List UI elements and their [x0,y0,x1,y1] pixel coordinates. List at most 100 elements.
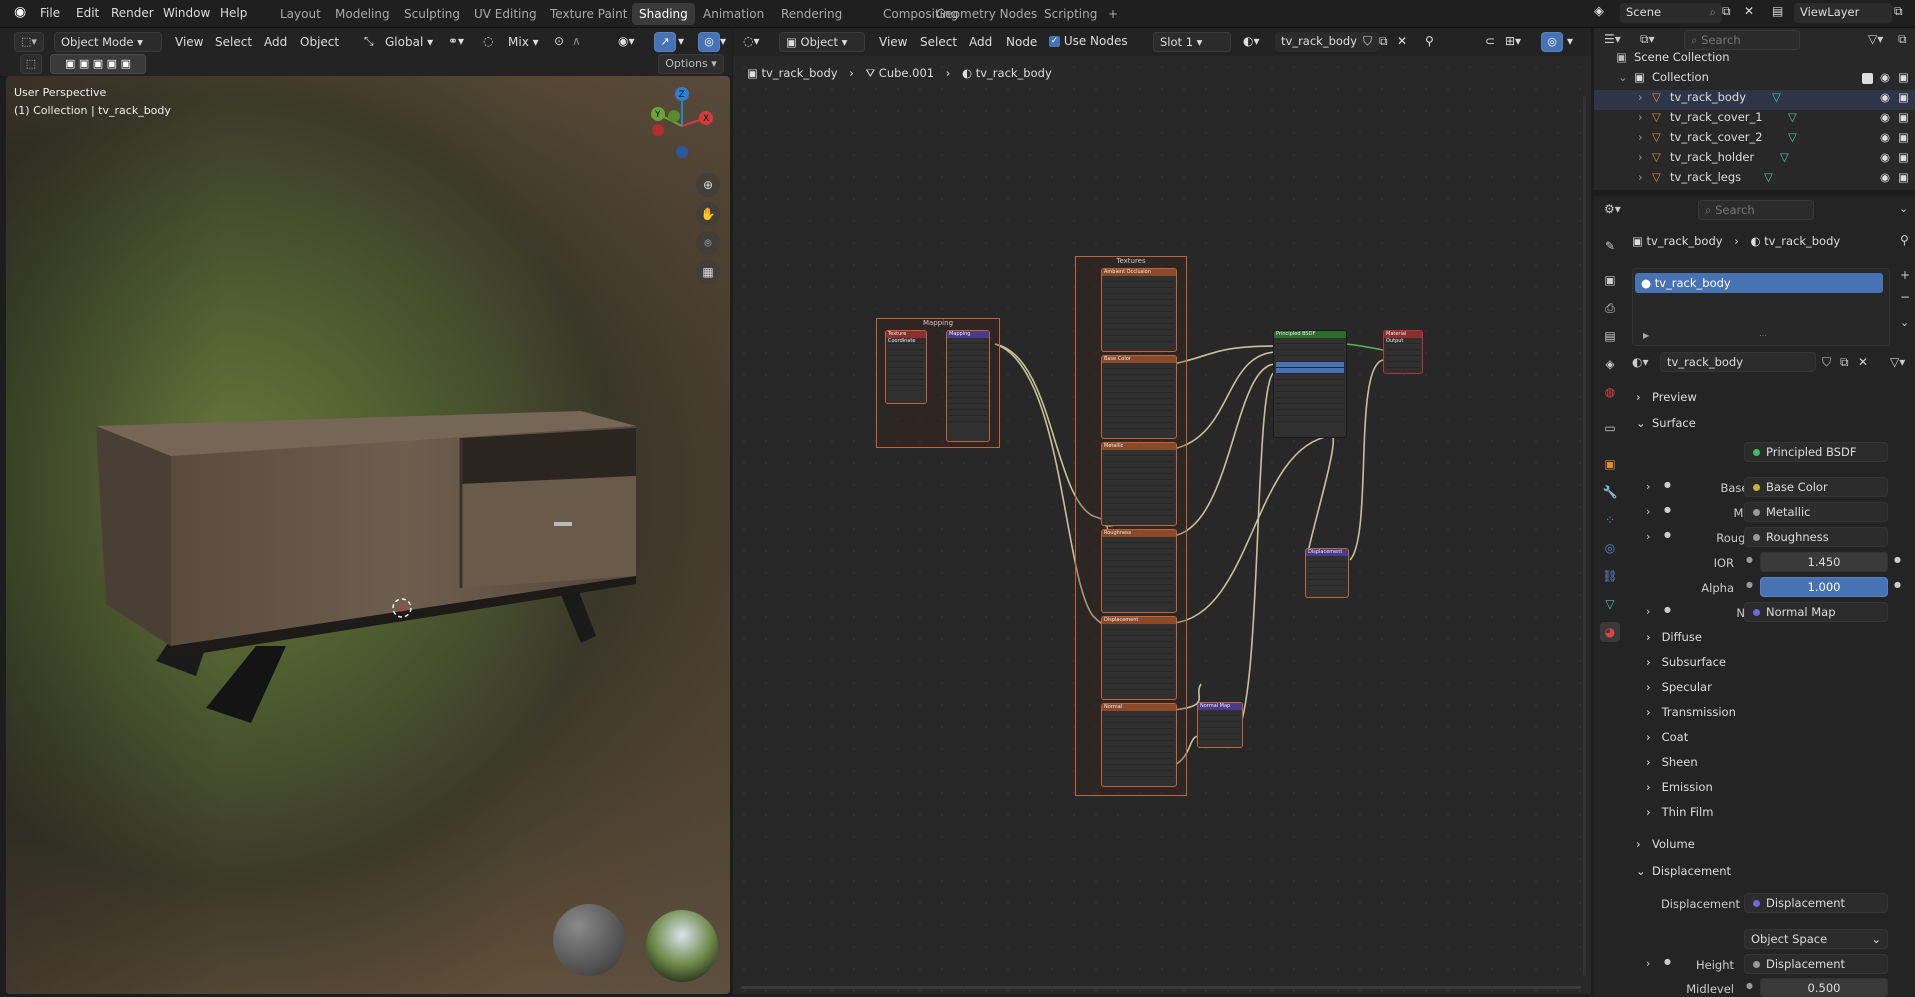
link-filter-icon[interactable]: ▽▾ [1890,355,1905,369]
node-editor-scrollbar[interactable] [741,986,1581,989]
particles-tab-icon[interactable]: ⁘ [1600,510,1620,530]
node-texture-coordinate[interactable]: Texture Coordinate [885,330,927,404]
properties-search[interactable]: ⌕ Search [1698,200,1814,220]
node-editor-type-icon[interactable]: ◌▾ [743,34,760,48]
shader-type-dropdown[interactable]: ▣ Object ▾ [779,32,865,52]
node-overlay-dropdown-icon[interactable]: ▾ [1567,34,1573,48]
unlink-material-icon[interactable]: ✕ [1858,355,1868,369]
material-browse-icon[interactable]: ◐▾ [1632,355,1649,369]
material-name-field[interactable]: tv_rack_body [1660,352,1816,372]
filter-icon[interactable]: ▽▾ [1868,32,1883,46]
subpanel-thin-film[interactable]: › Thin Film [1646,805,1713,819]
workspace-tab-animation[interactable]: Animation [696,3,771,25]
outliner-object-row[interactable]: › ▽ tv_rack_holder ▽ ◉ ▣ [1594,150,1915,170]
visibility-eye-icon[interactable]: ◉ [1880,170,1890,184]
gizmo-toggle-icon[interactable]: ↗ [654,32,676,52]
transform-orientation-icon[interactable]: ⤡ [364,34,374,49]
visibility-eye-icon[interactable]: ◉ [1880,110,1890,124]
viewport-menu-view[interactable]: View [175,35,203,49]
material-tab-icon[interactable]: ◕ [1600,622,1620,642]
resize-handle-icon[interactable]: ⋯ [1759,331,1767,340]
viewport-menu-add[interactable]: Add [264,35,287,49]
fake-user-shield-icon[interactable]: ⛉ [1822,355,1831,370]
menu-edit[interactable]: Edit [76,6,99,20]
blender-logo-icon[interactable]: ◉ [14,4,26,20]
viewport-menu-object[interactable]: Object [300,35,339,49]
node-image-roughness[interactable]: Roughness [1101,529,1177,613]
ior-field[interactable]: 1.450 [1760,552,1888,572]
normal-field[interactable]: Normal Map [1744,602,1888,622]
delete-scene-icon[interactable]: ✕ [1744,4,1754,18]
row-expand-icon[interactable]: › [1646,530,1650,543]
panel-preview[interactable]: › Preview [1630,386,1915,410]
physics-tab-icon[interactable]: ◎ [1600,538,1620,558]
outliner-object-row[interactable]: › ▽ tv_rack_body ▽ ◉ ▣ [1594,90,1915,110]
displacement-space-dropdown[interactable]: Object Space ⌄ [1744,929,1888,949]
overlay-dropdown-icon[interactable]: ▾ [720,34,726,48]
view-layer-icon[interactable]: ▤ [1772,4,1783,18]
midlevel-field[interactable]: 0.500 [1760,978,1888,997]
render-camera-icon[interactable]: ▣ [1898,70,1909,84]
outliner-object-row[interactable]: › ▽ tv_rack_cover_1 ▽ ◉ ▣ [1594,110,1915,130]
alpha-slider[interactable]: 1.000 [1760,577,1888,597]
pivot-icon[interactable]: ⚭▾ [448,34,464,48]
scene-selector[interactable]: Scene ⌕ [1620,3,1722,23]
node-normal-map[interactable]: Normal Map [1197,702,1243,748]
view-layer-tab-icon[interactable]: ▤ [1600,326,1620,346]
fake-user-shield-icon[interactable]: ⛉ [1363,34,1372,49]
outliner-object-row[interactable]: › ▽ tv_rack_legs ▽ ◉ ▣ [1594,170,1915,190]
snap-node-icon[interactable]: ⊂ [1485,34,1495,48]
subpanel-subsurface[interactable]: › Subsurface [1646,655,1726,669]
base-color-field[interactable]: Base Color [1744,477,1888,497]
tool-tab-icon[interactable]: ✎ [1600,236,1620,256]
expand-arrow-icon[interactable]: › [1638,110,1643,124]
workspace-tab-shading[interactable]: Shading [632,3,695,25]
render-camera-icon[interactable]: ▣ [1898,150,1909,164]
overlay-toggle-icon[interactable]: ◎ [698,32,720,52]
properties-options-icon[interactable]: ⌄ [1899,202,1908,215]
outliner-scene-collection[interactable]: ▣ Scene Collection [1594,50,1915,70]
output-tab-icon[interactable]: ⎙ [1600,298,1620,318]
collapse-arrow-icon[interactable]: ⌄ [1618,70,1628,84]
expand-arrow-icon[interactable]: › [1638,90,1643,104]
node-menu-node[interactable]: Node [1006,35,1037,49]
workspace-tab-uv-editing[interactable]: UV Editing [467,3,544,25]
subpanel-diffuse[interactable]: › Diffuse [1646,630,1702,644]
workspace-tab-modeling[interactable]: Modeling [328,3,397,25]
panel-surface[interactable]: ⌄ Surface [1630,412,1915,436]
panel-volume[interactable]: › Volume [1630,834,1915,856]
height-field[interactable]: Displacement [1744,954,1888,974]
slot-specials-icon[interactable]: ⌄ [1900,316,1909,329]
node-editor-vscrollbar[interactable] [1583,96,1586,976]
object-mode-dropdown[interactable]: Object Mode ▾ [54,32,162,52]
material-browse-icon[interactable]: ◐▾ [1243,34,1260,48]
expand-arrow-icon[interactable]: › [1638,170,1643,184]
render-camera-icon[interactable]: ▣ [1898,130,1909,144]
viewport-menu-select[interactable]: Select [215,35,252,49]
node-overlay-icon[interactable]: ◎ [1541,32,1563,52]
add-slot-icon[interactable]: + [1900,268,1910,282]
workspace-tab-geometry-nodes[interactable]: Geometry Nodes [929,3,1044,25]
render-tab-icon[interactable]: ▣ [1600,270,1620,290]
subpanel-specular[interactable]: › Specular [1646,680,1712,694]
displacement-field[interactable]: Displacement [1744,893,1888,913]
view-layer-selector[interactable]: ViewLayer [1794,3,1892,23]
select-tool-icon[interactable]: ⬚ [20,54,42,74]
outliner-collection[interactable]: ⌄ ▣ Collection ◉ ▣ [1594,70,1915,90]
visibility-eye-icon[interactable]: ◉ [1880,130,1890,144]
scene-tab-icon[interactable]: ◈ [1600,354,1620,374]
workspace-tab-scripting[interactable]: Scripting [1037,3,1104,25]
keyframe-dot-icon[interactable]: ● [1894,555,1901,564]
constraints-tab-icon[interactable]: ⛓ [1600,566,1620,586]
keyframe-dot-icon[interactable]: ● [1894,580,1901,589]
menu-render[interactable]: Render [111,6,154,20]
visibility-icon[interactable]: ◉▾ [618,34,635,48]
row-expand-icon[interactable]: › [1646,480,1650,493]
slot-list-expand-icon[interactable]: ▶ [1643,331,1649,340]
render-camera-icon[interactable]: ▣ [1898,90,1909,104]
proportional-icon[interactable]: ⊙ [554,34,564,48]
object-tab-icon[interactable]: ▣ [1600,454,1620,474]
surface-shader-field[interactable]: Principled BSDF [1744,442,1888,462]
row-expand-icon[interactable]: › [1646,505,1650,518]
node-menu-select[interactable]: Select [920,35,957,49]
